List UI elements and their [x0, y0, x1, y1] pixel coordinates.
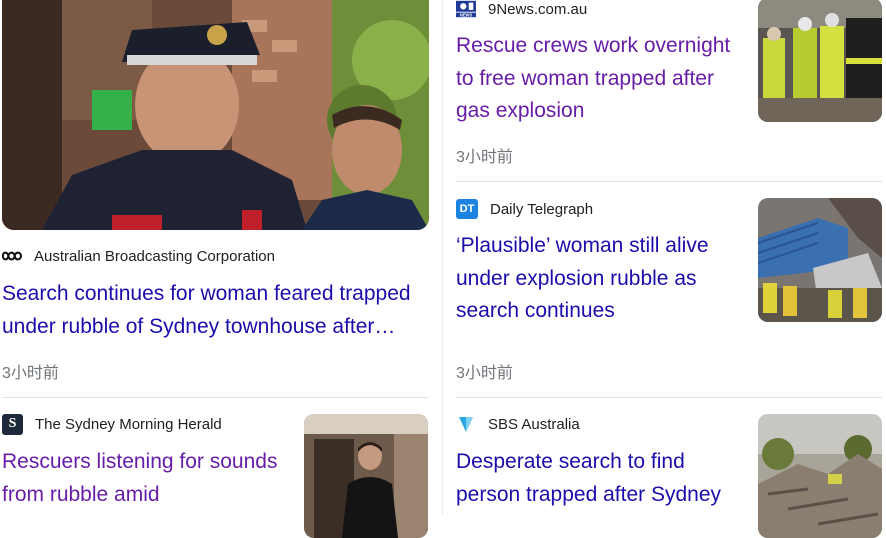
divider — [456, 181, 882, 182]
source-smh[interactable]: S The Sydney Morning Herald — [2, 413, 222, 435]
timestamp: 3小时前 — [2, 365, 59, 382]
source-name: 9News.com.au — [488, 0, 588, 18]
source-sbs[interactable]: SBS Australia — [456, 415, 580, 433]
hero-image[interactable] — [2, 0, 429, 230]
article-title-link[interactable]: ‘Plausible’ woman still alive under expl… — [456, 230, 741, 328]
source-daily-telegraph[interactable]: DT Daily Telegraph — [456, 199, 594, 219]
article-title-link[interactable]: Rescuers listening for sounds from rubbl… — [2, 446, 287, 515]
article-title-link[interactable]: Rescue crews work overnight to free woma… — [456, 30, 741, 128]
article-thumbnail[interactable] — [758, 198, 882, 322]
source-name: Australian Broadcasting Corporation — [34, 247, 275, 265]
source-name: The Sydney Morning Herald — [35, 415, 222, 433]
svg-text:NEWS: NEWS — [460, 13, 473, 18]
timestamp: 3小时前 — [456, 149, 513, 166]
smh-logo-icon: S — [2, 413, 23, 435]
source-abc[interactable]: Australian Broadcasting Corporation — [2, 247, 275, 265]
source-9news[interactable]: NEWS 9News.com.au — [456, 0, 587, 18]
divider — [456, 397, 882, 398]
article-thumbnail[interactable] — [758, 0, 882, 122]
column-divider — [442, 0, 443, 515]
source-name: Daily Telegraph — [490, 200, 594, 218]
9news-logo-icon: NEWS — [456, 0, 476, 18]
article-thumbnail[interactable] — [758, 414, 882, 538]
sbs-logo-icon — [456, 415, 476, 433]
article-title-link[interactable]: Desperate search to find person trapped … — [456, 446, 746, 515]
article-thumbnail[interactable] — [304, 414, 428, 538]
divider — [2, 397, 429, 398]
daily-telegraph-logo-icon: DT — [456, 199, 478, 219]
source-name: SBS Australia — [488, 415, 580, 433]
abc-logo-icon — [2, 247, 22, 265]
article-title-link[interactable]: Search continues for woman feared trappe… — [2, 278, 432, 343]
timestamp: 3小时前 — [456, 365, 513, 382]
